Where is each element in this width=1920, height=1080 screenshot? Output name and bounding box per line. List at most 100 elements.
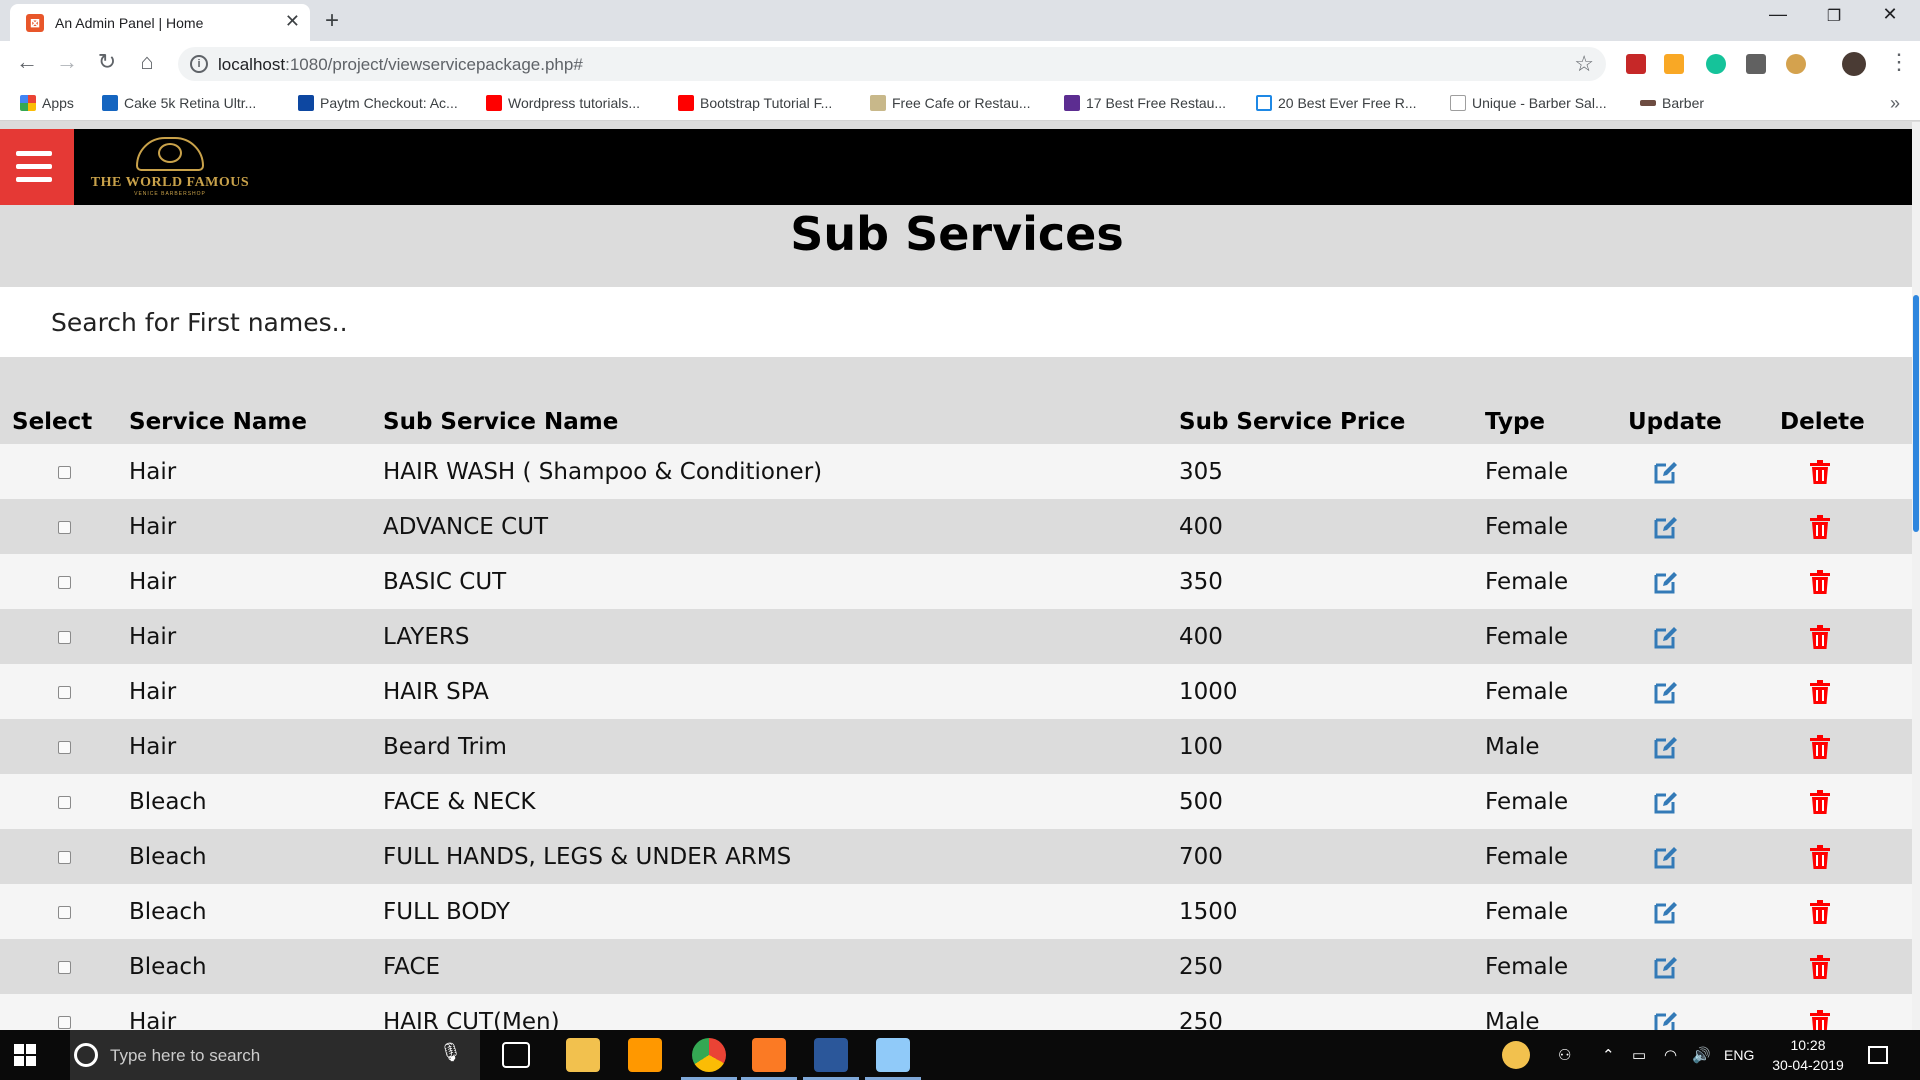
table-row: Bleach FULL HANDS, LEGS & UNDER ARMS 700 Fe…: [0, 829, 1912, 884]
battery-icon[interactable]: ▭: [1632, 1046, 1646, 1064]
edit-icon[interactable]: [1653, 1009, 1679, 1030]
edit-icon[interactable]: [1653, 954, 1679, 980]
profile-avatar[interactable]: [1842, 52, 1866, 76]
bookmark-bootstrap-tutorial[interactable]: Bootstrap Tutorial F...: [678, 95, 832, 111]
trash-icon[interactable]: [1810, 515, 1830, 539]
wifi-icon[interactable]: ◠: [1664, 1046, 1677, 1064]
edit-icon[interactable]: [1653, 624, 1679, 650]
row-select-checkbox[interactable]: [58, 520, 71, 534]
tab-close-icon[interactable]: ✕: [285, 11, 300, 32]
page-scrollbar[interactable]: [1912, 122, 1920, 1030]
bookmark-free-cafe[interactable]: Free Cafe or Restau...: [870, 95, 1031, 111]
chrome-icon[interactable]: [692, 1038, 726, 1072]
row-select-checkbox[interactable]: [58, 685, 71, 699]
edit-icon[interactable]: [1653, 679, 1679, 705]
select-cell: [0, 664, 129, 719]
people-icon[interactable]: ⚇: [1558, 1046, 1571, 1064]
delete-cell: [1780, 444, 1912, 499]
browser-tab[interactable]: ⊠ An Admin Panel | Home ✕: [10, 4, 310, 41]
bookmark-wordpress-tutorials[interactable]: Wordpress tutorials...: [486, 95, 640, 111]
new-tab-button[interactable]: +: [325, 7, 339, 35]
edit-icon[interactable]: [1653, 789, 1679, 815]
bookmark-best-ever-free[interactable]: 20 Best Ever Free R...: [1256, 95, 1417, 111]
trash-icon[interactable]: [1810, 735, 1830, 759]
select-cell: [0, 554, 129, 609]
brand-logo[interactable]: THE WORLD FAMOUS VENICE BARBERSHOP: [86, 135, 254, 199]
close-window-button[interactable]: ✕: [1870, 4, 1910, 25]
browser-menu-icon[interactable]: ⋮: [1888, 49, 1910, 75]
admin-header: THE WORLD FAMOUS VENICE BARBERSHOP: [0, 129, 1914, 205]
maximize-window-button[interactable]: ❐: [1814, 6, 1854, 26]
trash-icon[interactable]: [1810, 460, 1830, 484]
minimize-window-button[interactable]: —: [1758, 4, 1798, 25]
youtube-icon: [486, 95, 502, 111]
row-select-checkbox[interactable]: [58, 1015, 71, 1029]
sub-service-name-cell: HAIR WASH ( Shampoo & Conditioner): [383, 458, 823, 485]
url-text[interactable]: localhost:1080/project/viewservicepackag…: [218, 55, 583, 75]
edit-icon[interactable]: [1653, 569, 1679, 595]
edit-icon[interactable]: [1653, 899, 1679, 925]
trash-icon[interactable]: [1810, 900, 1830, 924]
taskbar-clock[interactable]: 10:28 30-04-2019: [1762, 1035, 1854, 1075]
trash-icon[interactable]: [1810, 845, 1830, 869]
sublime-text-icon[interactable]: [628, 1038, 662, 1072]
trash-icon[interactable]: [1810, 955, 1830, 979]
scrollbar-thumb[interactable]: [1913, 295, 1919, 532]
microphone-icon[interactable]: 🎙: [439, 1042, 462, 1063]
sub-service-price-cell: 1000: [1179, 678, 1238, 705]
extension-badge-icon[interactable]: [1746, 54, 1766, 74]
row-select-checkbox[interactable]: [58, 465, 71, 479]
row-select-checkbox[interactable]: [58, 960, 71, 974]
language-indicator[interactable]: ENG: [1724, 1047, 1754, 1063]
bookmark-paytm[interactable]: Paytm Checkout: Ac...: [298, 95, 458, 111]
shield-extension-icon[interactable]: [1626, 54, 1646, 74]
action-center-icon[interactable]: [1868, 1046, 1888, 1064]
show-hidden-icons-chevron-icon[interactable]: ⌃: [1602, 1046, 1615, 1064]
bookmark-cake[interactable]: Cake 5k Retina Ultr...: [102, 95, 256, 111]
type-cell: Female: [1485, 568, 1569, 595]
bookmark-star-icon[interactable]: ☆: [1574, 51, 1594, 77]
forward-icon[interactable]: →: [52, 49, 82, 75]
sub-service-price-cell: 250: [1179, 1008, 1223, 1031]
trash-icon[interactable]: [1810, 1010, 1830, 1030]
back-icon[interactable]: ←: [12, 49, 42, 75]
row-select-checkbox[interactable]: [58, 575, 71, 589]
xampp-icon[interactable]: [752, 1038, 786, 1072]
edit-icon[interactable]: [1653, 734, 1679, 760]
edit-icon[interactable]: [1653, 459, 1679, 485]
home-icon[interactable]: ⌂: [132, 49, 162, 75]
edit-icon[interactable]: [1653, 844, 1679, 870]
task-view-icon[interactable]: [502, 1042, 530, 1068]
virtualbox-icon[interactable]: [876, 1038, 910, 1072]
row-select-checkbox[interactable]: [58, 850, 71, 864]
bookmark-best-free-restaurant[interactable]: 17 Best Free Restau...: [1064, 95, 1226, 111]
file-explorer-icon[interactable]: [566, 1038, 600, 1072]
search-input[interactable]: [0, 287, 1912, 357]
reload-icon[interactable]: ↻: [92, 49, 122, 75]
windows-start-icon[interactable]: [14, 1044, 36, 1066]
help-icon[interactable]: [1502, 1041, 1530, 1069]
bookmarks-overflow-icon[interactable]: »: [1890, 93, 1900, 114]
grammarly-extension-icon[interactable]: [1706, 54, 1726, 74]
bookmark-apps[interactable]: Apps: [20, 95, 74, 111]
bookmark-unique-barber[interactable]: Unique - Barber Sal...: [1450, 95, 1607, 111]
row-select-checkbox[interactable]: [58, 795, 71, 809]
trash-icon[interactable]: [1810, 790, 1830, 814]
edit-icon[interactable]: [1653, 514, 1679, 540]
cookie-extension-icon[interactable]: [1786, 54, 1806, 74]
taskbar-search-box[interactable]: Type here to search 🎙: [70, 1030, 480, 1080]
bookmark-barber[interactable]: Barber: [1640, 95, 1704, 111]
trash-icon[interactable]: [1810, 570, 1830, 594]
word-icon[interactable]: [814, 1038, 848, 1072]
trash-icon[interactable]: [1810, 680, 1830, 704]
volume-icon[interactable]: 🔊: [1692, 1046, 1711, 1064]
row-select-checkbox[interactable]: [58, 740, 71, 754]
site-info-icon[interactable]: i: [190, 55, 208, 73]
color-picker-extension-icon[interactable]: [1664, 54, 1684, 74]
trash-icon[interactable]: [1810, 625, 1830, 649]
address-bar[interactable]: i localhost:1080/project/viewservicepack…: [178, 47, 1606, 81]
row-select-checkbox[interactable]: [58, 905, 71, 919]
hamburger-menu-icon[interactable]: [0, 129, 74, 205]
row-select-checkbox[interactable]: [58, 630, 71, 644]
type-cell: Male: [1485, 1008, 1540, 1031]
